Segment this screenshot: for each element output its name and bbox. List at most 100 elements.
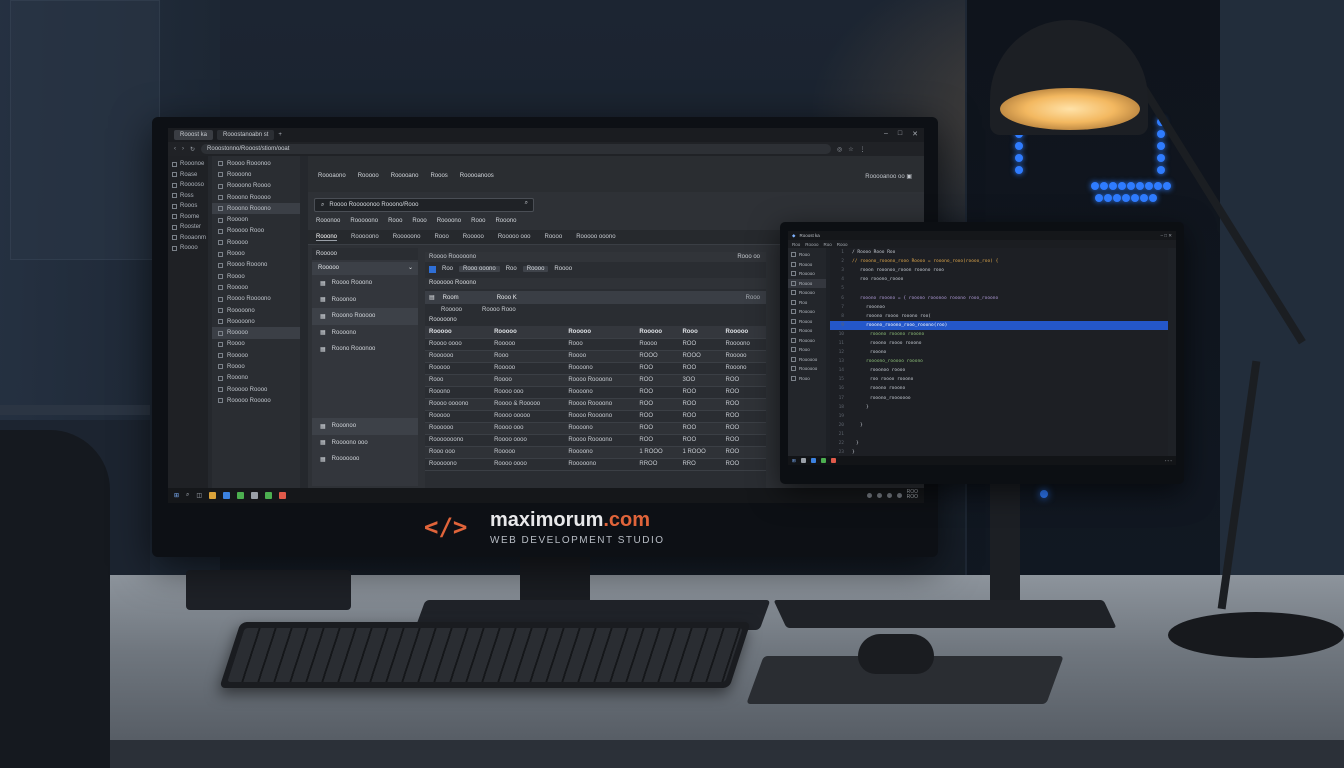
app-icon[interactable] xyxy=(251,492,259,499)
top-right-link[interactable]: Rooooanoo oo ▣ xyxy=(865,173,912,180)
nav-item[interactable]: Rooooo Rooooo xyxy=(212,395,300,406)
nav-item[interactable]: Roooono Roooo xyxy=(212,181,300,192)
content-tab[interactable]: Rooooo ooono xyxy=(576,234,615,240)
folder-icon[interactable] xyxy=(209,492,217,499)
filter-item[interactable]: ▦ Rooonoo xyxy=(312,292,418,309)
column-header[interactable]: Rooooo xyxy=(564,326,636,339)
nav-item[interactable]: Rooooo xyxy=(212,327,300,339)
sidebar-item[interactable]: Ross xyxy=(168,191,208,202)
menu-item[interactable]: Roo xyxy=(792,242,800,247)
sidebar-item[interactable]: Rooaonm xyxy=(168,233,208,244)
table-row[interactable]: Roooooo Rooo Roooo ROOO ROOO Rooooo xyxy=(425,350,766,363)
nav-item[interactable]: Roooo xyxy=(212,248,300,259)
sub-nav-item[interactable]: Rooonoo xyxy=(316,218,340,224)
table-row[interactable]: Roooo oooono Roooo & Rooooo Roooo Roooono R… xyxy=(425,398,766,411)
top-link[interactable]: Roooaono xyxy=(318,173,346,179)
new-tab-icon[interactable]: + xyxy=(278,132,282,138)
extension-icon[interactable]: ◎ xyxy=(837,146,842,153)
browser-tab[interactable]: Rooostanoabn st xyxy=(217,130,275,140)
file-item[interactable]: Rooo xyxy=(788,374,826,384)
column-header[interactable]: Rooooo xyxy=(635,326,679,339)
column-header[interactable]: Rooooo xyxy=(425,326,491,339)
menu-icon[interactable]: ⋮ xyxy=(860,146,866,153)
table-row[interactable]: Rooooooono Roooo oooo Roooo Roooono ROO ROO R… xyxy=(425,434,766,447)
filter-item[interactable]: ▦ Roooono ooo xyxy=(312,435,418,452)
tool-item[interactable]: Roo xyxy=(506,266,517,272)
content-tab[interactable]: Rooooono xyxy=(393,234,421,240)
nav-item[interactable]: Roooo Rooonoo xyxy=(212,158,300,169)
top-link[interactable]: Rooooo xyxy=(358,173,379,179)
content-tab[interactable]: Rooooo xyxy=(463,234,484,240)
file-item[interactable]: Rooo xyxy=(788,345,826,355)
file-item[interactable]: Roooooo xyxy=(788,364,826,374)
sub-nav-item[interactable]: Rooo xyxy=(388,218,402,224)
file-item[interactable]: Roooo xyxy=(788,317,826,327)
nav-item[interactable]: Rooooo xyxy=(212,350,300,361)
top-link[interactable]: Rooooano xyxy=(391,173,419,179)
nav-item[interactable]: Roooo xyxy=(212,271,300,282)
nav-item[interactable]: Rooooo Roooo xyxy=(212,384,300,395)
app-icon[interactable] xyxy=(237,492,245,499)
nav-item[interactable]: Roooo xyxy=(212,361,300,372)
sub-nav-item[interactable]: Rooooono xyxy=(350,218,378,224)
search-icon[interactable]: ⌕ xyxy=(186,492,189,499)
menu-item[interactable]: Roooo xyxy=(805,242,818,247)
nav-item[interactable]: Rooooono xyxy=(212,305,300,316)
filter-item[interactable]: ▦ Roooono xyxy=(312,325,418,342)
browser-tab[interactable]: Rooost ka xyxy=(174,130,214,140)
column-header[interactable]: Rooooo xyxy=(490,326,565,339)
sub-nav-item[interactable]: Rooono xyxy=(495,218,516,224)
nav-item[interactable]: Roooo xyxy=(212,339,300,350)
nav-item[interactable]: Rooono xyxy=(212,373,300,384)
nav-item[interactable]: Roooo Roooono xyxy=(212,294,300,305)
code-area[interactable]: 1 / Roooo Rooo Roo 2 // rooono_rooono_rooo … xyxy=(830,248,1168,456)
column-header[interactable]: Rooo xyxy=(678,326,722,339)
maximize-icon[interactable]: □ xyxy=(898,130,902,138)
filter-item[interactable]: ▦ Roooo Rooono xyxy=(312,275,418,292)
nav-item[interactable]: Rooooo xyxy=(212,237,300,248)
content-tab[interactable]: Rooono xyxy=(316,234,338,241)
forward-icon[interactable]: › xyxy=(182,146,184,152)
browser-icon[interactable] xyxy=(223,492,231,499)
file-item[interactable]: Roooooo xyxy=(788,355,826,365)
sub-nav-item[interactable]: Roooono xyxy=(437,218,461,224)
column-header[interactable]: Rooooo xyxy=(721,326,766,339)
table-row[interactable]: Rooono Roooo ooo Roooono ROO ROO ROO xyxy=(425,386,766,399)
file-item[interactable]: Rooooo xyxy=(788,336,826,346)
sub-nav-item[interactable]: Rooo xyxy=(412,218,426,224)
bookmark-icon[interactable]: ☆ xyxy=(848,146,853,153)
top-link[interactable]: Rooos xyxy=(430,173,447,179)
table-row[interactable]: Rooo Roooo Roooo Roooono ROO 3OO ROO xyxy=(425,374,766,387)
nav-item[interactable]: Rooono Rooono xyxy=(212,203,300,215)
nav-item[interactable]: Roooo Rooono xyxy=(212,260,300,271)
sidebar-item[interactable]: Roase xyxy=(168,170,208,181)
nav-item[interactable]: Rooono Rooooo xyxy=(212,192,300,203)
task-view-icon[interactable]: ◫ xyxy=(196,492,202,499)
filter-item[interactable]: ▦ Rooooooo xyxy=(312,451,418,468)
file-item[interactable]: Rooooo xyxy=(788,307,826,317)
filter-item[interactable]: ▦ Rooonoo xyxy=(312,418,418,435)
checkbox[interactable] xyxy=(429,265,436,273)
search-input[interactable]: ⌕ Roooo Rooooonoo Rooono/Rooo ⌕ xyxy=(314,198,534,212)
nav-item[interactable]: Roooon xyxy=(212,214,300,225)
content-tab[interactable]: Roooo xyxy=(545,234,563,240)
nav-item[interactable]: Rooooo xyxy=(212,282,300,293)
table-row[interactable]: Rooooono Roooo oooo Rooooono RROO RRO ROO xyxy=(425,458,766,471)
content-tab[interactable]: Rooooono xyxy=(351,234,379,240)
sidebar-item[interactable]: Rooos xyxy=(168,201,208,212)
filter-item[interactable]: ▦ Rooono Rooooo xyxy=(312,308,418,325)
close-icon[interactable]: ✕ xyxy=(912,130,918,138)
tool-item[interactable]: Roooo xyxy=(522,266,549,272)
reload-icon[interactable]: ↻ xyxy=(190,146,195,153)
sidebar-item[interactable]: Roooo xyxy=(168,243,208,254)
file-item[interactable]: Roo xyxy=(788,298,826,308)
sub-nav-item[interactable]: Rooo xyxy=(471,218,485,224)
app-icon[interactable] xyxy=(279,492,287,499)
table-row[interactable]: Roooo oooo Rooooo Rooo Roooo ROO Roooono xyxy=(425,338,766,351)
sidebar-item[interactable]: Roome xyxy=(168,212,208,223)
top-link[interactable]: Rooooanoos xyxy=(460,173,494,179)
search-submit-icon[interactable]: ⌕ xyxy=(525,200,528,207)
sidebar-item[interactable]: Rooonoe xyxy=(168,159,208,170)
menu-item[interactable]: Rooo xyxy=(837,242,848,247)
start-icon[interactable]: ⊞ xyxy=(174,492,179,499)
